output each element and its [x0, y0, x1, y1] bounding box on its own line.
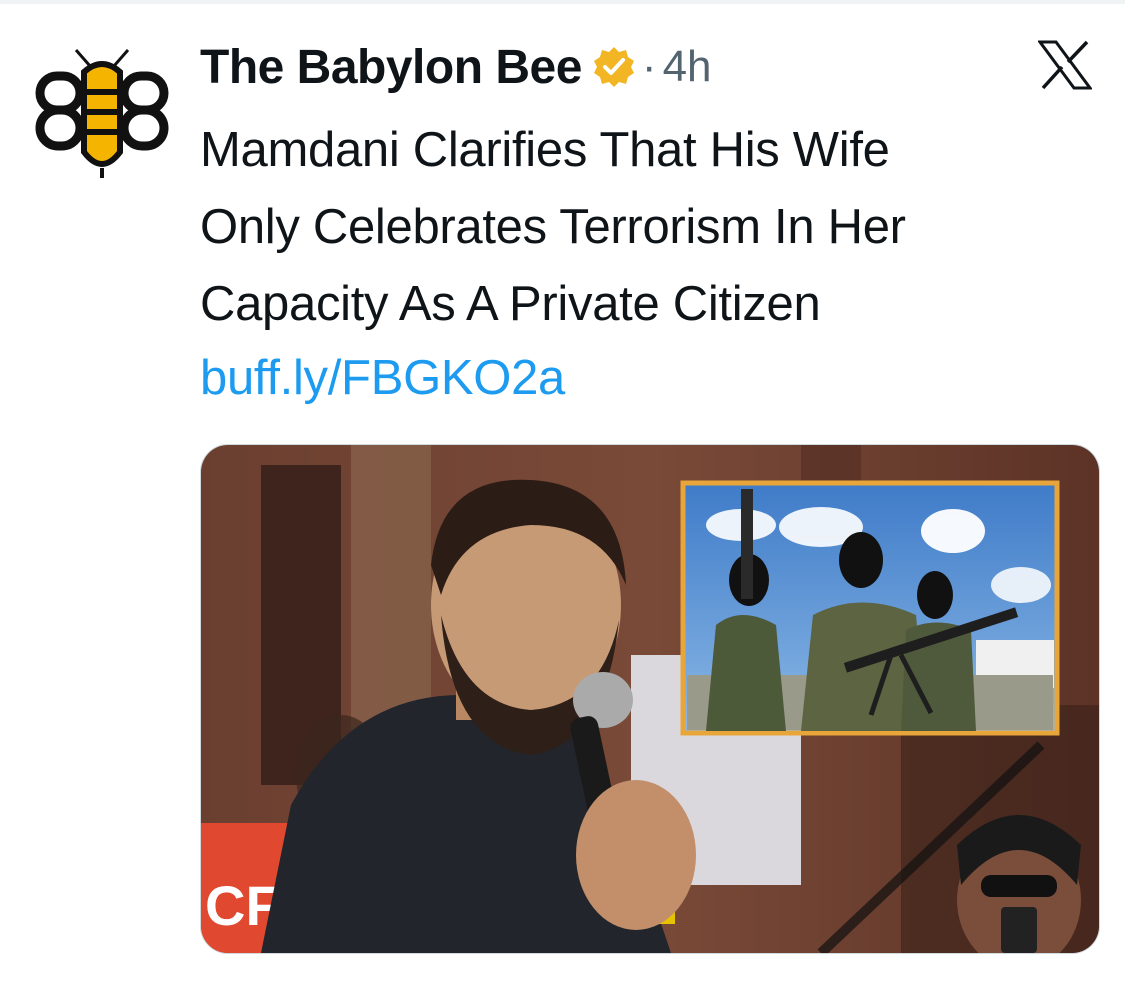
tweet-header: The Babylon Bee · 4h: [200, 36, 712, 98]
bee-logo-icon: [35, 49, 169, 178]
verified-badge-icon[interactable]: [592, 45, 636, 89]
tweet-text: Mamdani Clarifies That His Wife Only Cel…: [200, 112, 1100, 343]
tweet-text-line: Capacity As A Private Citizen: [200, 277, 821, 331]
author-display-name[interactable]: The Babylon Bee: [200, 40, 582, 95]
tweet-media-image[interactable]: CF: [200, 444, 1100, 954]
babylon-bee-logo-avatar[interactable]: [32, 44, 172, 184]
tweet-text-line: Only Celebrates Terrorism In Her: [200, 200, 906, 254]
tweet-text-line: Mamdani Clarifies That His Wife: [200, 123, 890, 177]
news-photo-illustration: CF: [201, 445, 1099, 953]
tweet-link[interactable]: buff.ly/FBGKO2a: [200, 346, 565, 410]
top-divider: [0, 0, 1125, 4]
tweet-timestamp[interactable]: 4h: [663, 42, 712, 92]
inset-image: [680, 480, 1060, 736]
header-separator: ·: [641, 42, 657, 91]
x-logo-icon[interactable]: [1038, 40, 1092, 90]
